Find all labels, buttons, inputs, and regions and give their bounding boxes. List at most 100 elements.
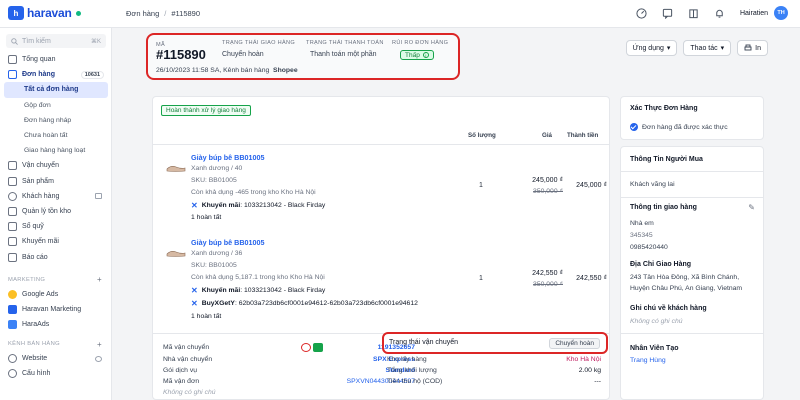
- sidebar-item-bulk-shipping[interactable]: Giao hàng hàng loạt: [0, 143, 112, 158]
- print-label-icon[interactable]: [312, 343, 323, 352]
- printer-icon: [744, 44, 752, 51]
- chevron-down-icon: ▾: [666, 45, 671, 52]
- staff-name-link[interactable]: Trang Hùng: [630, 357, 666, 364]
- sidebar-item-promotions[interactable]: Khuyến mãi: [0, 234, 112, 249]
- buyer-name: Khách vãng lai: [630, 181, 675, 188]
- sidebar-item-label: Tổng quan: [22, 56, 56, 64]
- top-bar: h haravan Đơn hàng / #115890 Hairatien T…: [0, 0, 800, 28]
- tracking-label: Mã vận chuyển: [163, 344, 210, 351]
- service-label: Gói dịch vụ: [163, 367, 198, 374]
- shoe-thumbnail[interactable]: [165, 245, 187, 259]
- divider: [621, 197, 763, 198]
- recipient-phone-2: 0985420440: [630, 244, 668, 251]
- sidebar-item-cashbook[interactable]: Sổ quỹ: [0, 219, 112, 234]
- item-price: 242,550 ₫: [532, 270, 563, 277]
- info-icon[interactable]: i: [422, 52, 429, 58]
- carrier-label: Nhà vận chuyển: [163, 356, 213, 363]
- item-qty: 1: [479, 275, 483, 282]
- item-old-price: 350,000 ₫: [533, 188, 563, 195]
- close-icon[interactable]: ✕: [191, 286, 198, 295]
- sidebar-nav: Tổng quan Đơn hàng 10631 Tất cả đơn hàng …: [0, 52, 112, 382]
- shipping-status-badge: Chuyển hoàn: [549, 337, 600, 349]
- haravan-marketing-icon: [8, 304, 17, 314]
- product-variant: Xanh dương / 40: [191, 165, 243, 172]
- sidebar-item-incomplete[interactable]: Chưa hoàn tất: [0, 128, 112, 143]
- tag-icon: [8, 237, 17, 247]
- item-total: 245,000 ₫: [576, 182, 607, 189]
- sidebar-item-label: Vận chuyển: [22, 162, 59, 170]
- shopee-icon[interactable]: [301, 343, 311, 352]
- section-marketing: MARKETING +: [0, 273, 112, 287]
- sidebar-item-merge-orders[interactable]: Gộp đơn: [0, 98, 112, 113]
- verification-text: Đơn hàng đã được xác thực: [642, 123, 728, 131]
- sidebar-item-all-orders[interactable]: Tất cả đơn hàng: [4, 82, 108, 98]
- actions-label: Thao tác: [690, 44, 718, 52]
- sidebar-item-products[interactable]: Sản phẩm: [0, 174, 112, 189]
- item-total: 242,550 ₫: [576, 275, 607, 282]
- col-total-header: Thành tiền: [567, 132, 599, 139]
- close-icon[interactable]: ✕: [191, 201, 198, 210]
- buyer-title: Thông Tin Người Mua: [630, 156, 703, 163]
- check-circle-icon: [630, 123, 638, 131]
- apps-dropdown[interactable]: Ứng dụng ▾: [625, 40, 678, 56]
- order-number: #115890: [156, 47, 206, 62]
- sidebar-item-haraads[interactable]: HaraAds: [0, 317, 112, 332]
- speed-icon[interactable]: [636, 7, 648, 19]
- sidebar-item-reports[interactable]: Báo cáo: [0, 249, 112, 264]
- payment-status-label: TRẠNG THÁI THANH TOÁN: [306, 40, 384, 46]
- sidebar-item-haravan-marketing[interactable]: Haravan Marketing: [0, 302, 112, 317]
- shoe-thumbnail[interactable]: [165, 160, 187, 174]
- brand-logo[interactable]: h haravan: [8, 6, 81, 20]
- box-icon: [8, 176, 17, 186]
- sidebar-item-draft-orders[interactable]: Đơn hàng nháp: [0, 113, 112, 128]
- cod-value: ---: [594, 378, 601, 385]
- warehouse-label: Kho lấy hàng: [387, 356, 427, 363]
- sidebar-item-settings[interactable]: Cấu hình: [0, 366, 112, 381]
- sidebar-item-label: Sổ quỹ: [22, 223, 44, 231]
- product-name-link[interactable]: Giày búp bê BB01005: [191, 153, 265, 162]
- fulfilled-count: 1 hoàn tất: [191, 313, 222, 320]
- bell-icon[interactable]: [714, 7, 726, 19]
- product-stock: Còn khả dụng -465 trong kho Kho Hà Nội: [191, 189, 316, 196]
- gear-icon: [8, 369, 17, 379]
- sidebar-item-overview[interactable]: Tổng quan: [0, 52, 112, 67]
- breadcrumb-separator: /: [164, 9, 167, 18]
- search-input[interactable]: Tìm kiếm ⌘K: [6, 34, 106, 48]
- item-old-price: 350,000 ₫: [533, 281, 563, 288]
- sidebar-item-shipping[interactable]: Vận chuyển: [0, 158, 112, 173]
- verification-card: Xác Thực Đơn Hàng Đơn hàng đã được xác t…: [620, 96, 764, 140]
- sidebar-item-google-ads[interactable]: Google Ads: [0, 287, 112, 302]
- print-button[interactable]: In: [737, 40, 768, 56]
- wallet-icon: [8, 222, 17, 232]
- sidebar-item-orders[interactable]: Đơn hàng 10631: [0, 67, 112, 82]
- product-name-link[interactable]: Giày búp bê BB01005: [191, 238, 265, 247]
- book-icon[interactable]: [688, 7, 700, 19]
- section-sales-channels: KÊNH BÁN HÀNG +: [0, 337, 112, 351]
- add-icon[interactable]: +: [97, 340, 102, 349]
- fulfillment-card: Hoàn thành xử lý giao hàng Số lượng Giá …: [152, 96, 610, 400]
- warehouse-value[interactable]: Kho Hà Nội: [543, 356, 601, 363]
- col-qty-header: Số lượng: [468, 132, 496, 139]
- order-header: MÃ #115890 TRẠNG THÁI GIAO HÀNG Chuyển h…: [146, 33, 460, 80]
- sidebar-item-website[interactable]: Website: [0, 351, 112, 366]
- close-icon[interactable]: ✕: [191, 299, 198, 308]
- chat-icon[interactable]: [662, 7, 674, 19]
- customer-note-title: Ghi chú về khách hàng: [630, 305, 707, 312]
- add-icon[interactable]: +: [97, 275, 102, 284]
- section-channels-label: KÊNH BÁN HÀNG: [8, 341, 60, 348]
- item-qty: 1: [479, 182, 483, 189]
- actions-dropdown[interactable]: Thao tác ▾: [683, 40, 732, 56]
- divider: [621, 171, 763, 172]
- shipping-action-icons: [301, 343, 323, 352]
- payment-status-value: Thanh toán một phần: [310, 51, 377, 58]
- verification-title: Xác Thực Đơn Hàng: [630, 105, 698, 112]
- breadcrumb: Đơn hàng / #115890: [126, 9, 200, 18]
- user-menu[interactable]: Hairatien TH: [740, 6, 788, 20]
- sidebar-item-inventory[interactable]: Quản lý tồn kho: [0, 204, 112, 219]
- edit-icon[interactable]: ✎: [748, 203, 755, 212]
- cart-icon: [8, 70, 17, 80]
- search-shortcut: ⌘K: [90, 38, 101, 45]
- breadcrumb-orders-link[interactable]: Đơn hàng: [126, 9, 159, 18]
- promo-line: ✕ BuyXGetY: 62b03a723db6cf0001e94612-62b0…: [191, 299, 418, 308]
- sidebar-item-customers[interactable]: Khách hàng: [0, 189, 112, 204]
